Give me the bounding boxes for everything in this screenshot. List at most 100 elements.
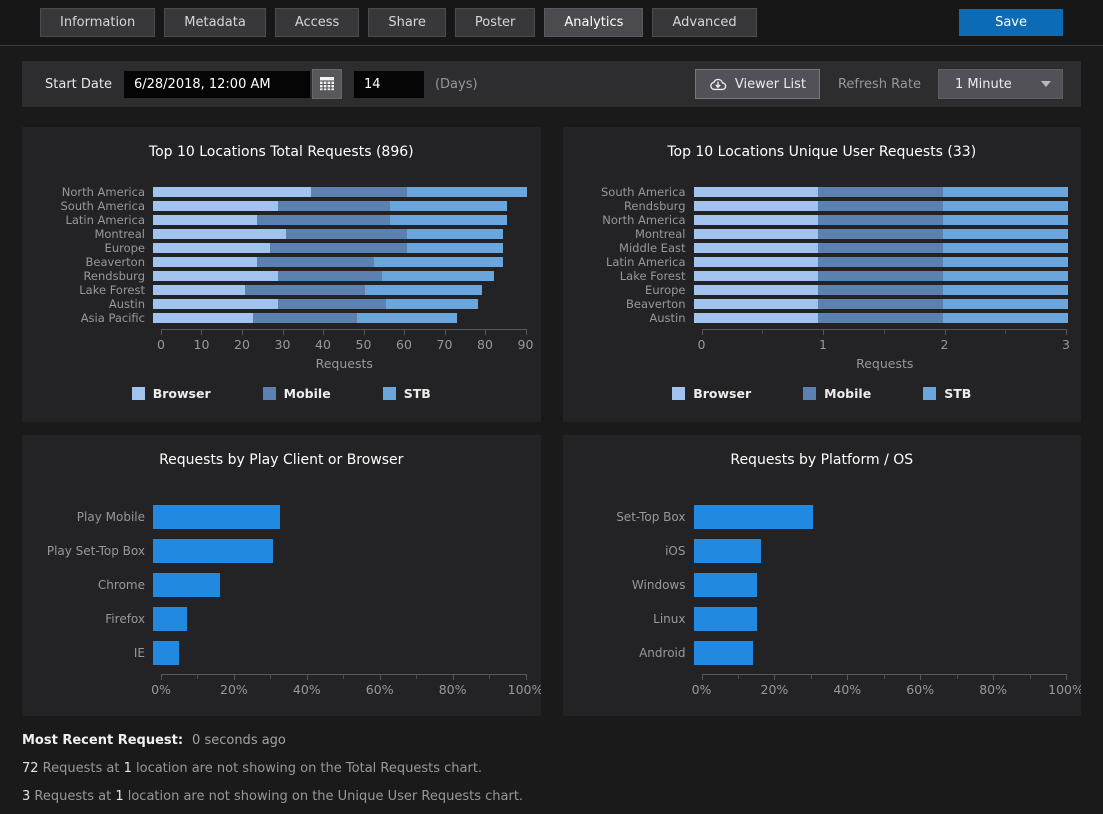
chart-xlabel: Requests — [702, 356, 1069, 371]
chart-row: Chrome — [35, 568, 528, 602]
legend-swatch — [923, 387, 936, 400]
axis-minor-tick — [957, 674, 958, 679]
chart-row: Play Set-Top Box — [35, 534, 528, 568]
axis-tick — [526, 329, 527, 335]
bar-segment-stb — [407, 187, 528, 197]
category-label: Set-Top Box — [576, 510, 694, 524]
note-number: 72 — [22, 761, 39, 776]
chart-row: South America — [576, 185, 1069, 199]
axis-minor-tick — [884, 329, 885, 334]
tab-share[interactable]: Share — [368, 8, 446, 37]
category-label: iOS — [576, 544, 694, 558]
bar-segment-browser — [153, 271, 278, 281]
bar-track — [694, 641, 1069, 665]
bar-segment-mobile — [818, 215, 943, 225]
axis-tick — [847, 674, 848, 680]
chart-row: Linux — [576, 602, 1069, 636]
chart-axis: 0123 — [702, 329, 1067, 356]
axis-tick-label: 30 — [275, 337, 291, 352]
bar-segment-stb — [943, 243, 1068, 253]
chart-axis: 0%20%40%60%80%100% — [161, 674, 526, 701]
category-label: Beaverton — [576, 297, 694, 311]
calendar-button[interactable] — [312, 69, 342, 99]
bar-segment-mobile — [278, 271, 382, 281]
bar-segment-stb — [390, 201, 507, 211]
axis-minor-tick — [343, 674, 344, 679]
bar-segment-mobile — [257, 257, 374, 267]
bar-track — [153, 573, 528, 597]
legend-item-mobile: Mobile — [803, 386, 871, 401]
axis-tick — [364, 329, 365, 335]
bar-track — [694, 299, 1069, 309]
charts-grid: Top 10 Locations Total Requests (896) No… — [22, 127, 1081, 716]
bar-segment-stb — [365, 285, 482, 295]
tab-poster[interactable]: Poster — [455, 8, 536, 37]
tab-advanced[interactable]: Advanced — [652, 8, 756, 37]
bar-segment-stb — [390, 215, 507, 225]
most-recent-request-line: Most Recent Request: 0 seconds ago — [22, 733, 1103, 748]
category-label: Chrome — [35, 578, 153, 592]
note-number: 1 — [115, 789, 123, 804]
bar-track — [153, 201, 528, 211]
axis-tick-label: 20 — [234, 337, 250, 352]
chart-title: Top 10 Locations Unique User Requests (3… — [576, 144, 1069, 160]
tab-analytics[interactable]: Analytics — [544, 8, 643, 37]
footer-note: 72 Requests at 1 location are not showin… — [22, 761, 1103, 776]
viewer-list-button[interactable]: Viewer List — [695, 69, 820, 99]
bar-segment-browser — [694, 313, 819, 323]
refresh-rate-dropdown[interactable]: 1 Minute — [938, 69, 1063, 99]
axis-tick-label: 80% — [439, 682, 467, 697]
bar-segment-stb — [943, 257, 1068, 267]
chart-row: Firefox — [35, 602, 528, 636]
tab-information[interactable]: Information — [40, 8, 155, 37]
note-text: location are not showing on the Total Re… — [132, 761, 482, 776]
category-label: Rendsburg — [35, 269, 153, 283]
chart-rows: Set-Top BoxiOSWindowsLinuxAndroid — [576, 500, 1069, 670]
bar — [153, 641, 179, 665]
bar-segment-stb — [943, 229, 1068, 239]
legend-label: Mobile — [284, 386, 331, 401]
chart-row: Rendsburg — [35, 269, 528, 283]
chart-rows: Play Mobile Play Set-Top Box Chrome Firefox… — [35, 500, 528, 670]
calendar-icon — [319, 75, 335, 94]
bar-track — [694, 313, 1069, 323]
category-label: Asia Pacific — [35, 311, 153, 325]
category-label: Play Mobile — [35, 510, 153, 524]
viewer-list-label: Viewer List — [735, 77, 806, 92]
legend-label: Browser — [693, 386, 751, 401]
bar-segment-mobile — [818, 243, 943, 253]
category-label: South America — [576, 185, 694, 199]
bar-segment-browser — [694, 271, 819, 281]
save-button[interactable]: Save — [959, 9, 1063, 36]
tab-metadata[interactable]: Metadata — [164, 8, 266, 37]
axis-tick — [453, 674, 454, 680]
footer: Most Recent Request: 0 seconds ago 72 Re… — [22, 733, 1103, 804]
bar-segment-mobile — [278, 299, 386, 309]
category-label: Austin — [576, 311, 694, 325]
bar-segment-stb — [943, 313, 1068, 323]
category-label: Montreal — [35, 227, 153, 241]
chart-row: Austin — [576, 311, 1069, 325]
chart-row: Latin America — [576, 255, 1069, 269]
axis-tick — [920, 674, 921, 680]
analytics-toolbar: Start Date (Days) — [22, 61, 1081, 107]
start-date-input[interactable] — [124, 71, 310, 98]
bar-segment-mobile — [818, 299, 943, 309]
bar-segment-browser — [694, 299, 819, 309]
bar-track — [694, 201, 1069, 211]
bar-segment-stb — [943, 285, 1068, 295]
legend-label: STB — [404, 386, 431, 401]
axis-tick — [283, 329, 284, 335]
tab-access[interactable]: Access — [275, 8, 360, 37]
bar-track — [694, 243, 1069, 253]
bar-segment-mobile — [270, 243, 407, 253]
days-input[interactable] — [354, 71, 424, 98]
axis-tick-label: 2 — [941, 337, 949, 352]
legend-label: Mobile — [824, 386, 871, 401]
bar — [694, 505, 814, 529]
chart-row: Play Mobile — [35, 500, 528, 534]
bar-segment-browser — [153, 187, 311, 197]
category-label: Middle East — [576, 241, 694, 255]
chart-xlabel: Requests — [161, 356, 528, 371]
bar-track — [153, 243, 528, 253]
